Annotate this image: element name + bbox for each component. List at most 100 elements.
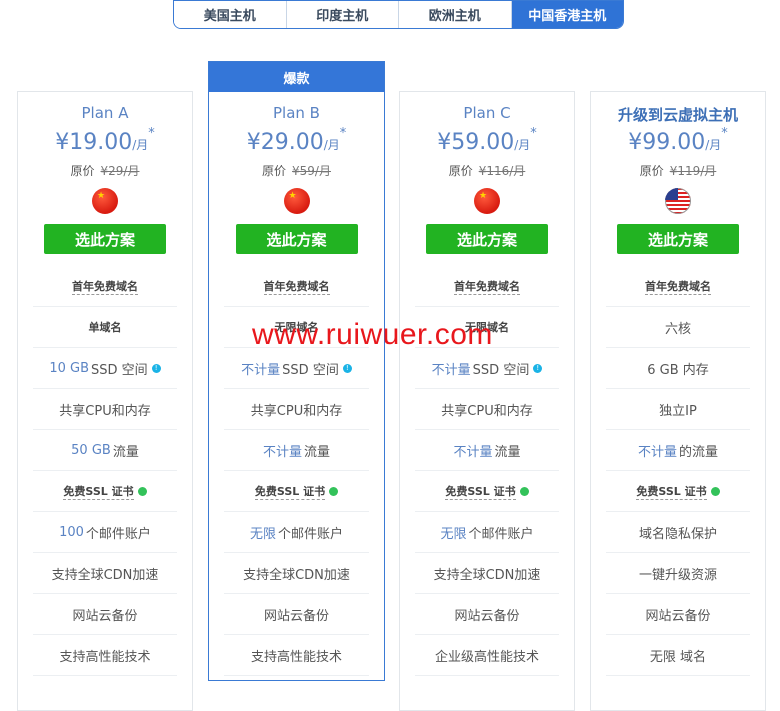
price-unit: /月 — [132, 138, 149, 152]
feature-text[interactable]: 免费SSL 证书 — [63, 483, 134, 500]
feature-list: 首年免费域名 六核 6 GB 内存独立IP 不计量 的流量免费SSL 证书 域名隐私保护一… — [606, 266, 750, 676]
info-icon[interactable]: ! — [533, 363, 543, 373]
list-item: 支持全球CDN加速 — [224, 553, 369, 594]
list-item: 首年免费域名 — [606, 266, 750, 307]
list-item: 100 个邮件账户 — [33, 512, 177, 553]
list-item: 共享CPU和内存 — [415, 389, 559, 430]
lock-icon — [137, 486, 147, 496]
price-amount: ¥99.00 — [628, 130, 706, 155]
feature-text: 共享CPU和内存 — [250, 403, 343, 419]
list-item: 无限 个邮件账户 — [224, 512, 369, 553]
feature-text: 支持高性能技术 — [250, 649, 342, 665]
feature-highlight: 10 GB — [49, 360, 89, 376]
china-flag-icon — [474, 188, 500, 214]
hot-ribbon: 爆款 — [209, 62, 384, 92]
feature-highlight: 100 — [59, 524, 84, 540]
feature-text: 六核 — [664, 321, 691, 337]
plan-name: 升级到云虚拟主机 — [617, 106, 738, 124]
usa-flag-icon — [665, 188, 691, 214]
feature-text[interactable]: 免费SSL 证书 — [445, 483, 516, 500]
original-price-label: 原价 — [639, 164, 664, 178]
china-flag-icon — [92, 188, 118, 214]
feature-text[interactable]: 首年免费域名 — [454, 278, 520, 295]
list-item: 不计量 流量 — [415, 430, 559, 471]
feature-text[interactable]: 首年免费域名 — [72, 278, 138, 295]
feature-text: 网站云备份 — [454, 608, 520, 624]
feature-text: 个邮件账户 — [468, 526, 534, 542]
plan-price: ¥59.00/月* — [400, 126, 574, 164]
list-item: 支持高性能技术 — [33, 635, 177, 676]
original-price-label: 原价 — [262, 164, 287, 178]
original-price-label: 原价 — [70, 164, 95, 178]
feature-highlight: 无限 — [440, 526, 467, 542]
list-item: 一键升级资源 — [606, 553, 750, 594]
feature-text: SSD 空间 — [472, 362, 530, 378]
tab-hongkong-hosting[interactable]: 中国香港主机 — [511, 1, 623, 28]
list-item: 网站云备份 — [224, 594, 369, 635]
feature-highlight: 不计量 — [431, 362, 471, 378]
feature-text: 6 GB 内存 — [647, 362, 709, 378]
tab-india-hosting[interactable]: 印度主机 — [286, 1, 399, 28]
price-unit: /月 — [323, 138, 340, 152]
feature-text[interactable]: 首年免费域名 — [263, 278, 330, 295]
feature-text: 流量 — [494, 444, 521, 460]
china-flag-icon — [283, 188, 310, 214]
list-item: 企业级高性能技术 — [415, 635, 559, 676]
list-item: 网站云备份 — [606, 594, 750, 635]
feature-text: 网站云备份 — [72, 608, 138, 624]
feature-text: 支持全球CDN加速 — [433, 567, 541, 583]
feature-text[interactable]: 免费SSL 证书 — [636, 483, 707, 500]
feature-highlight: 不计量 — [262, 444, 302, 460]
feature-text: 域名隐私保护 — [638, 526, 717, 542]
feature-text: 的流量 — [679, 444, 719, 460]
list-item: 共享CPU和内存 — [224, 389, 369, 430]
lock-icon — [519, 486, 529, 496]
feature-highlight: 不计量 — [637, 444, 677, 460]
original-price: 原价 ¥119/月 — [591, 162, 765, 180]
feature-list: 首年免费域名 单域名 10 GB SSD 空间! 共享CPU和内存 50 GB 流量 免费SS… — [33, 266, 177, 676]
original-price: 原价 ¥59/月 — [209, 162, 384, 180]
feature-text: 网站云备份 — [645, 608, 711, 624]
select-plan-button[interactable]: 选此方案 — [44, 224, 166, 254]
feature-text: 流量 — [304, 444, 331, 460]
original-price: 原价 ¥116/月 — [400, 162, 574, 180]
feature-highlight: 不计量 — [241, 362, 281, 378]
tab-europe-hosting[interactable]: 欧洲主机 — [399, 1, 512, 28]
feature-text: 无限 域名 — [649, 649, 707, 665]
info-icon[interactable]: ! — [342, 363, 352, 373]
list-item: 首年免费域名 — [33, 266, 177, 307]
list-item: 10 GB SSD 空间! — [33, 348, 177, 389]
feature-highlight: 无限 — [249, 526, 276, 542]
list-item: 不计量 SSD 空间! — [224, 348, 369, 389]
tab-usa-hosting[interactable]: 美国主机 — [174, 1, 287, 28]
feature-text[interactable]: 免费SSL 证书 — [254, 483, 326, 500]
price-unit: /月 — [705, 138, 722, 152]
price-amount: ¥59.00 — [437, 130, 515, 155]
region-tabs: 美国主机 印度主机 欧洲主机 中国香港主机 — [173, 0, 624, 29]
list-item: 网站云备份 — [415, 594, 559, 635]
plan-card-2: 爆款Plan B¥29.00/月*原价¥59/月选此方案首年免费域名无限域名不计… — [208, 61, 385, 681]
list-item: 无限 个邮件账户 — [415, 512, 559, 553]
select-plan-button[interactable]: 选此方案 — [426, 224, 548, 254]
info-icon[interactable]: ! — [151, 363, 161, 373]
plan-name: Plan C — [463, 104, 511, 122]
list-item: 网站云备份 — [33, 594, 177, 635]
price-asterisk: * — [530, 126, 537, 141]
price-asterisk: * — [721, 126, 728, 141]
plan-card-4: 升级到云虚拟主机 ¥99.00/月* 原价 ¥119/月选此方案首年免费域名 六核 6 G… — [590, 91, 766, 711]
feature-text: SSD 空间 — [91, 362, 148, 378]
lock-icon — [329, 486, 339, 496]
list-item: 独立IP — [606, 389, 750, 430]
watermark-text: www.ruiwuer.com — [252, 318, 493, 351]
feature-highlight: 50 GB — [71, 442, 111, 458]
select-plan-button[interactable]: 选此方案 — [235, 224, 358, 254]
feature-text: 企业级高性能技术 — [434, 649, 539, 665]
list-item: 支持全球CDN加速 — [415, 553, 559, 594]
feature-text[interactable]: 首年免费域名 — [645, 278, 711, 295]
feature-text: 一键升级资源 — [638, 567, 717, 583]
price-asterisk: * — [148, 126, 155, 141]
select-plan-button[interactable]: 选此方案 — [617, 224, 739, 254]
list-item: 50 GB 流量 — [33, 430, 177, 471]
feature-text: 支持高性能技术 — [59, 649, 151, 665]
feature-text: 单域名 — [88, 321, 122, 334]
